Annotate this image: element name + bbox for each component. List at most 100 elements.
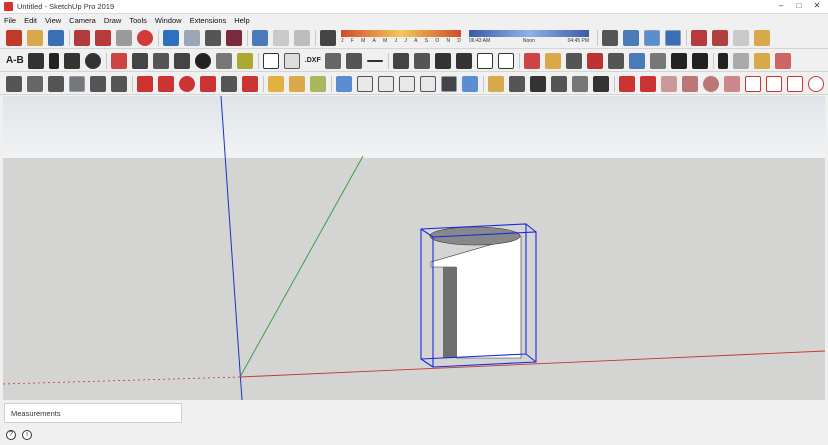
rotated-rect-icon[interactable]: [682, 75, 698, 92]
zoom-icon[interactable]: [565, 52, 582, 69]
styles-icon[interactable]: [48, 75, 64, 92]
getting-started-icon[interactable]: [6, 29, 22, 46]
rectangle-tool-icon[interactable]: [661, 75, 677, 92]
minimize-button[interactable]: –: [772, 0, 790, 12]
tag-icon[interactable]: [27, 52, 44, 69]
polygon-tool-icon[interactable]: [724, 75, 740, 92]
box-outline-icon[interactable]: [497, 52, 514, 69]
printer-icon[interactable]: [324, 52, 341, 69]
grid-icon[interactable]: [215, 52, 232, 69]
solid-trim-icon[interactable]: [310, 75, 326, 92]
top-view-icon[interactable]: [357, 75, 373, 92]
zoom-window-icon[interactable]: [586, 52, 603, 69]
undo-icon[interactable]: [163, 29, 179, 46]
3d-warehouse-icon[interactable]: [252, 29, 268, 46]
shadow-time-slider[interactable]: 06:43 AM Noon 04:45 PM: [469, 29, 589, 46]
store-icon[interactable]: [455, 52, 472, 69]
rotate-icon[interactable]: [84, 52, 101, 69]
menu-camera[interactable]: Camera: [69, 16, 96, 25]
dxf-export-label[interactable]: .DXF: [305, 57, 321, 64]
cut-icon[interactable]: [74, 29, 90, 46]
select-arrow-icon[interactable]: [48, 52, 59, 69]
text-label-icon[interactable]: [551, 75, 567, 92]
model-viewport[interactable]: [3, 96, 825, 400]
solid-union-icon[interactable]: [268, 75, 284, 92]
rectangle-icon[interactable]: [262, 52, 279, 69]
scenes-icon[interactable]: [111, 75, 127, 92]
help-icon[interactable]: ?: [6, 429, 16, 440]
menu-tools[interactable]: Tools: [129, 16, 147, 25]
left-view-icon[interactable]: [441, 75, 457, 92]
line-tool-icon[interactable]: [619, 75, 635, 92]
layers-icon[interactable]: [69, 75, 85, 92]
erase-icon[interactable]: [137, 29, 153, 46]
paste-icon[interactable]: [116, 29, 132, 46]
layout-icon[interactable]: [283, 52, 300, 69]
solid-subtract-icon[interactable]: [289, 75, 305, 92]
home-outline-icon[interactable]: [476, 52, 493, 69]
paint-icon[interactable]: [753, 52, 770, 69]
settings-gear-icon[interactable]: [194, 52, 211, 69]
three-point-arc-icon[interactable]: [787, 75, 803, 92]
front-view-icon[interactable]: [378, 75, 394, 92]
menu-help[interactable]: Help: [234, 16, 249, 25]
menu-view[interactable]: View: [45, 16, 61, 25]
text-tool-label[interactable]: A-B: [6, 55, 24, 66]
two-point-arc-icon[interactable]: [766, 75, 782, 92]
eye-icon[interactable]: [670, 52, 687, 69]
iso-view-icon[interactable]: [336, 75, 352, 92]
save-icon[interactable]: [48, 29, 64, 46]
shadow-date-slider[interactable]: J F M A M J J A S O N D: [341, 29, 461, 46]
eraser-icon[interactable]: [774, 52, 791, 69]
footprints-icon[interactable]: [691, 52, 708, 69]
redo-icon[interactable]: [184, 29, 200, 46]
section-fill-icon[interactable]: [152, 52, 169, 69]
book-icon[interactable]: [413, 52, 430, 69]
back-view-icon[interactable]: [420, 75, 436, 92]
search-icon[interactable]: [628, 52, 645, 69]
push-tool-icon[interactable]: [158, 75, 174, 92]
components-icon[interactable]: [6, 75, 22, 92]
protractor-icon[interactable]: [530, 75, 546, 92]
3d-text-icon[interactable]: [392, 52, 409, 69]
back-edges-icon[interactable]: [665, 29, 681, 46]
paint-line-icon[interactable]: [488, 75, 504, 92]
offset-icon[interactable]: [242, 75, 258, 92]
house-icon[interactable]: [434, 52, 451, 69]
walk-icon[interactable]: [623, 29, 639, 46]
style-3-icon[interactable]: [733, 29, 749, 46]
orbit-axis-icon[interactable]: [602, 29, 618, 46]
close-button[interactable]: ✕: [808, 0, 826, 12]
circle-tool-icon[interactable]: [703, 75, 719, 92]
share-model-icon[interactable]: [273, 29, 289, 46]
menu-window[interactable]: Window: [155, 16, 182, 25]
make-component-icon[interactable]: [732, 52, 749, 69]
rotate-tool-icon[interactable]: [179, 75, 195, 92]
line-arrow-icon[interactable]: [366, 59, 383, 62]
model-info-icon[interactable]: [226, 29, 242, 46]
push-pull-icon[interactable]: [63, 52, 80, 69]
menu-edit[interactable]: Edit: [24, 16, 37, 25]
scale-icon[interactable]: [221, 75, 237, 92]
component-icon[interactable]: [345, 52, 362, 69]
pie-tool-icon[interactable]: [808, 75, 824, 92]
style-2-icon[interactable]: [712, 29, 728, 46]
info-icon[interactable]: i: [22, 429, 32, 440]
menu-draw[interactable]: Draw: [104, 16, 122, 25]
dimensions-icon[interactable]: [509, 75, 525, 92]
3d-text-tool-icon[interactable]: [593, 75, 609, 92]
maximize-button[interactable]: □: [790, 0, 808, 12]
section-plane-icon[interactable]: [110, 52, 127, 69]
measurements-box[interactable]: Measurements: [4, 403, 182, 423]
tape-measure-icon[interactable]: [544, 52, 561, 69]
copy-icon[interactable]: [95, 29, 111, 46]
paint-bucket-icon[interactable]: [523, 52, 540, 69]
right-view-icon[interactable]: [399, 75, 415, 92]
move-tool-icon[interactable]: [137, 75, 153, 92]
axes-icon[interactable]: [572, 75, 588, 92]
arc-tool-icon[interactable]: [745, 75, 761, 92]
move-cross-icon[interactable]: [236, 52, 253, 69]
download-icon[interactable]: [294, 29, 310, 46]
column-icon[interactable]: [173, 52, 190, 69]
freehand-icon[interactable]: [640, 75, 656, 92]
